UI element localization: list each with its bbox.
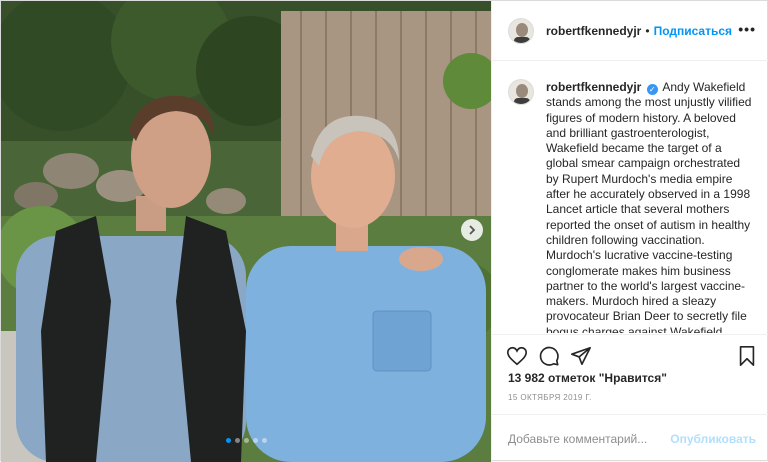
chevron-right-icon bbox=[469, 225, 476, 235]
carousel-dot-active bbox=[226, 438, 231, 443]
header-username[interactable]: robertfkennedyjr bbox=[546, 24, 641, 38]
caption-avatar[interactable] bbox=[508, 79, 534, 105]
comment-bar: Опубликовать bbox=[492, 414, 768, 462]
bookmark-icon[interactable] bbox=[736, 345, 758, 367]
instagram-post: robertfkennedyjr • Подписаться ••• rober… bbox=[0, 0, 768, 462]
more-options-icon[interactable]: ••• bbox=[738, 21, 756, 37]
avatar[interactable] bbox=[508, 17, 534, 44]
publish-button[interactable]: Опубликовать bbox=[670, 432, 756, 446]
carousel-dot bbox=[253, 438, 258, 443]
post-date[interactable]: 15 ОКТЯБРЯ 2019 Г. bbox=[508, 393, 592, 402]
verified-badge-icon: ✓ bbox=[646, 84, 658, 95]
profile-photo-icon bbox=[509, 80, 533, 104]
carousel-dot bbox=[262, 438, 267, 443]
photo-illustration bbox=[1, 1, 491, 462]
comment-input[interactable] bbox=[508, 431, 668, 446]
post-actions bbox=[492, 334, 768, 374]
post-header: robertfkennedyjr • Подписаться ••• bbox=[492, 1, 768, 61]
heart-icon[interactable] bbox=[506, 345, 528, 367]
post-photo[interactable] bbox=[1, 1, 491, 462]
post-sidebar: robertfkennedyjr • Подписаться ••• rober… bbox=[491, 1, 768, 462]
header-separator: • bbox=[645, 23, 650, 38]
post-caption: robertfkennedyjr ✓ Andy Wakefield stands… bbox=[492, 71, 768, 333]
carousel-dot bbox=[244, 438, 249, 443]
carousel-dot bbox=[235, 438, 240, 443]
caption-text: Andy Wakefield stands among the most unj… bbox=[546, 80, 752, 333]
carousel-indicator bbox=[226, 438, 267, 443]
paper-plane-icon[interactable] bbox=[570, 345, 592, 367]
caption-username[interactable]: robertfkennedyjr bbox=[546, 80, 641, 94]
caption-body: robertfkennedyjr ✓ Andy Wakefield stands… bbox=[546, 71, 754, 333]
likes-count[interactable]: 13 982 отметок "Нравится" bbox=[508, 371, 667, 385]
follow-button[interactable]: Подписаться bbox=[654, 24, 732, 38]
comment-icon[interactable] bbox=[538, 345, 560, 367]
next-slide-button[interactable] bbox=[461, 219, 483, 241]
profile-photo-icon bbox=[509, 18, 533, 43]
